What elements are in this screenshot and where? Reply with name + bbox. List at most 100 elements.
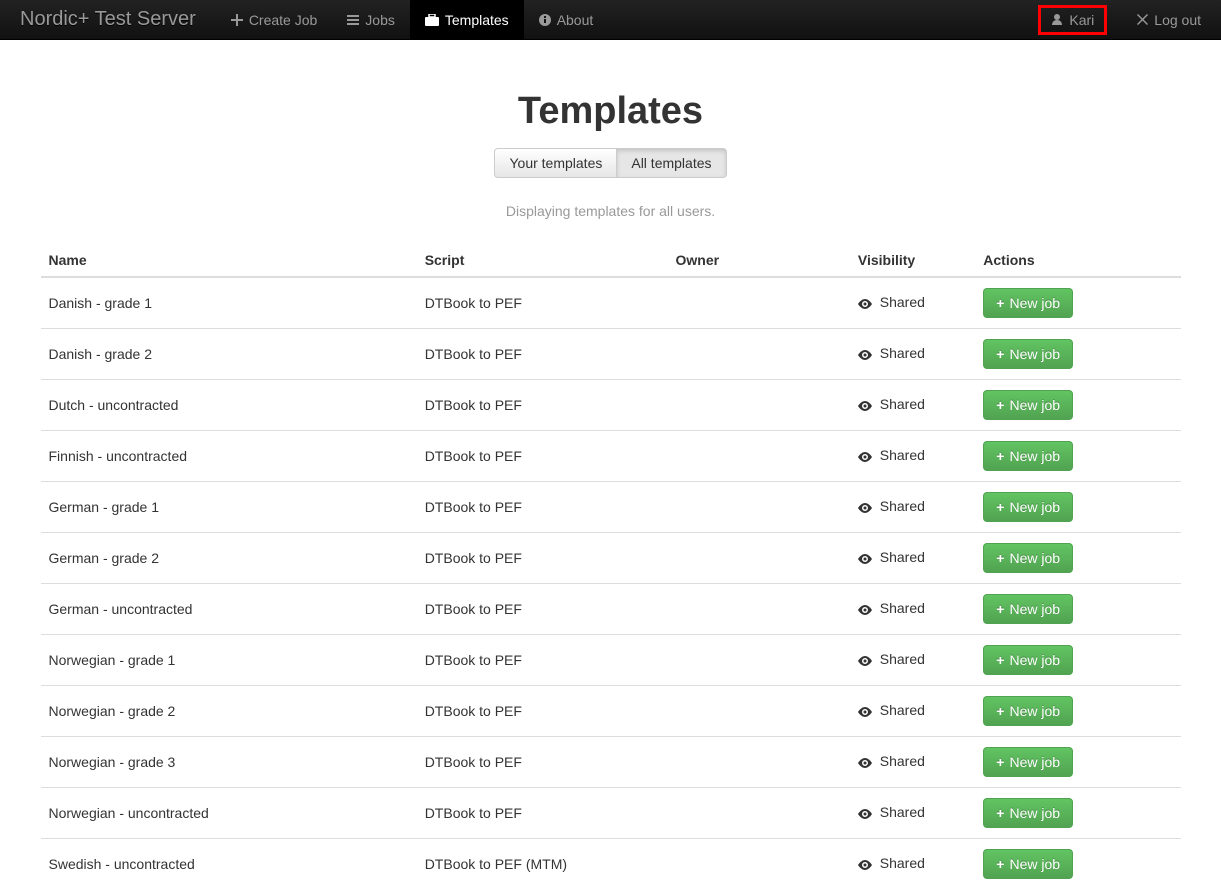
cell-name: Norwegian - grade 1 [41,635,417,686]
plus-icon: + [996,346,1004,362]
cell-name: Norwegian - uncontracted [41,788,417,839]
cell-visibility: Shared [850,584,975,635]
new-job-button[interactable]: + New job [983,288,1073,318]
header-script: Script [417,244,668,277]
cell-name: Finnish - uncontracted [41,431,417,482]
all-templates-button[interactable]: All templates [616,148,726,178]
plus-icon: + [996,295,1004,311]
table-row: Norwegian - grade 3DTBook to PEF Shared+… [41,737,1181,788]
new-job-button[interactable]: +New job [983,339,1073,369]
new-job-button[interactable]: +New job [983,441,1073,471]
close-icon [1137,12,1148,28]
new-job-button[interactable]: + New job [983,798,1073,828]
cell-visibility: Shared [850,839,975,889]
nav-label: Create Job [249,12,317,28]
your-templates-button[interactable]: Your templates [494,148,617,178]
cell-owner [667,737,849,788]
new-job-button[interactable]: +New job [983,747,1073,777]
cell-visibility: Shared [850,482,975,533]
new-job-label: New job [1009,805,1060,821]
new-job-button[interactable]: + New job [983,594,1073,624]
cell-actions: +New job [975,737,1180,788]
page-title: Templates [41,90,1181,133]
plus-icon: + [996,397,1004,413]
info-icon [539,14,551,26]
new-job-button[interactable]: +New job [983,849,1073,879]
cell-name: German - grade 2 [41,533,417,584]
cell-name: Norwegian - grade 3 [41,737,417,788]
cell-owner [667,686,849,737]
navbar: Nordic+ Test Server Create Job Jobs Temp… [0,0,1221,40]
cell-owner [667,533,849,584]
cell-actions: +New job [975,839,1180,889]
brand[interactable]: Nordic+ Test Server [20,8,196,31]
nav-jobs[interactable]: Jobs [332,0,410,40]
cell-owner [667,380,849,431]
header-owner: Owner [667,244,849,277]
header-visibility: Visibility [850,244,975,277]
new-job-button[interactable]: +New job [983,492,1073,522]
new-job-label: New job [1009,397,1060,413]
header-actions: Actions [975,244,1180,277]
eye-icon [858,347,872,363]
nav-about[interactable]: About [524,0,609,40]
cell-owner [667,839,849,889]
plus-icon: + [996,703,1004,719]
new-job-button[interactable]: +New job [983,543,1073,573]
cell-script: DTBook to PEF [417,482,668,533]
eye-icon [858,551,872,567]
eye-icon [858,653,872,669]
header-name: Name [41,244,417,277]
filter-subtext: Displaying templates for all users. [41,203,1181,219]
table-row: German - grade 2DTBook to PEF Shared+New… [41,533,1181,584]
table-row: Dutch - uncontractedDTBook to PEF Shared… [41,380,1181,431]
new-job-button[interactable]: +New job [983,645,1073,675]
cell-name: Dutch - uncontracted [41,380,417,431]
cell-owner [667,635,849,686]
cell-script: DTBook to PEF (MTM) [417,839,668,889]
cell-visibility: Shared [850,686,975,737]
cell-script: DTBook to PEF [417,635,668,686]
cell-script: DTBook to PEF [417,584,668,635]
logout-link[interactable]: Log out [1137,12,1201,28]
cell-script: DTBook to PEF [417,380,668,431]
new-job-label: New job [1009,601,1060,617]
cell-script: DTBook to PEF [417,686,668,737]
cell-owner [667,482,849,533]
plus-icon: + [996,754,1004,770]
cell-actions: +New job [975,431,1180,482]
nav-create-job[interactable]: Create Job [216,0,332,40]
plus-icon: + [996,652,1004,668]
cell-name: German - grade 1 [41,482,417,533]
plus-icon: + [996,805,1004,821]
plus-icon: + [996,499,1004,515]
plus-icon: + [996,448,1004,464]
table-row: German - grade 1DTBook to PEF Shared +New… [41,482,1181,533]
eye-icon [858,806,872,822]
eye-icon [858,500,872,516]
new-job-label: New job [1009,856,1060,872]
cell-owner [667,431,849,482]
cell-actions: + New job [975,584,1180,635]
briefcase-icon [425,14,439,26]
eye-icon [858,857,872,873]
eye-icon [858,704,872,720]
cell-script: DTBook to PEF [417,533,668,584]
new-job-label: New job [1009,703,1060,719]
eye-icon [858,449,872,465]
nav-templates[interactable]: Templates [410,0,524,40]
new-job-button[interactable]: + New job [983,390,1073,420]
user-account-link[interactable]: Kari [1038,5,1107,35]
new-job-label: New job [1009,295,1060,311]
plus-icon [231,14,243,26]
plus-icon: + [996,601,1004,617]
new-job-label: New job [1009,550,1060,566]
main-container: Templates Your templates All templates D… [26,90,1196,889]
eye-icon [858,602,872,618]
cell-visibility: Shared [850,788,975,839]
table-row: Swedish - uncontractedDTBook to PEF (MTM… [41,839,1181,889]
nav-label: Jobs [365,12,395,28]
table-row: Finnish - uncontractedDTBook to PEF Shar… [41,431,1181,482]
user-name: Kari [1069,12,1094,28]
new-job-button[interactable]: + New job [983,696,1073,726]
